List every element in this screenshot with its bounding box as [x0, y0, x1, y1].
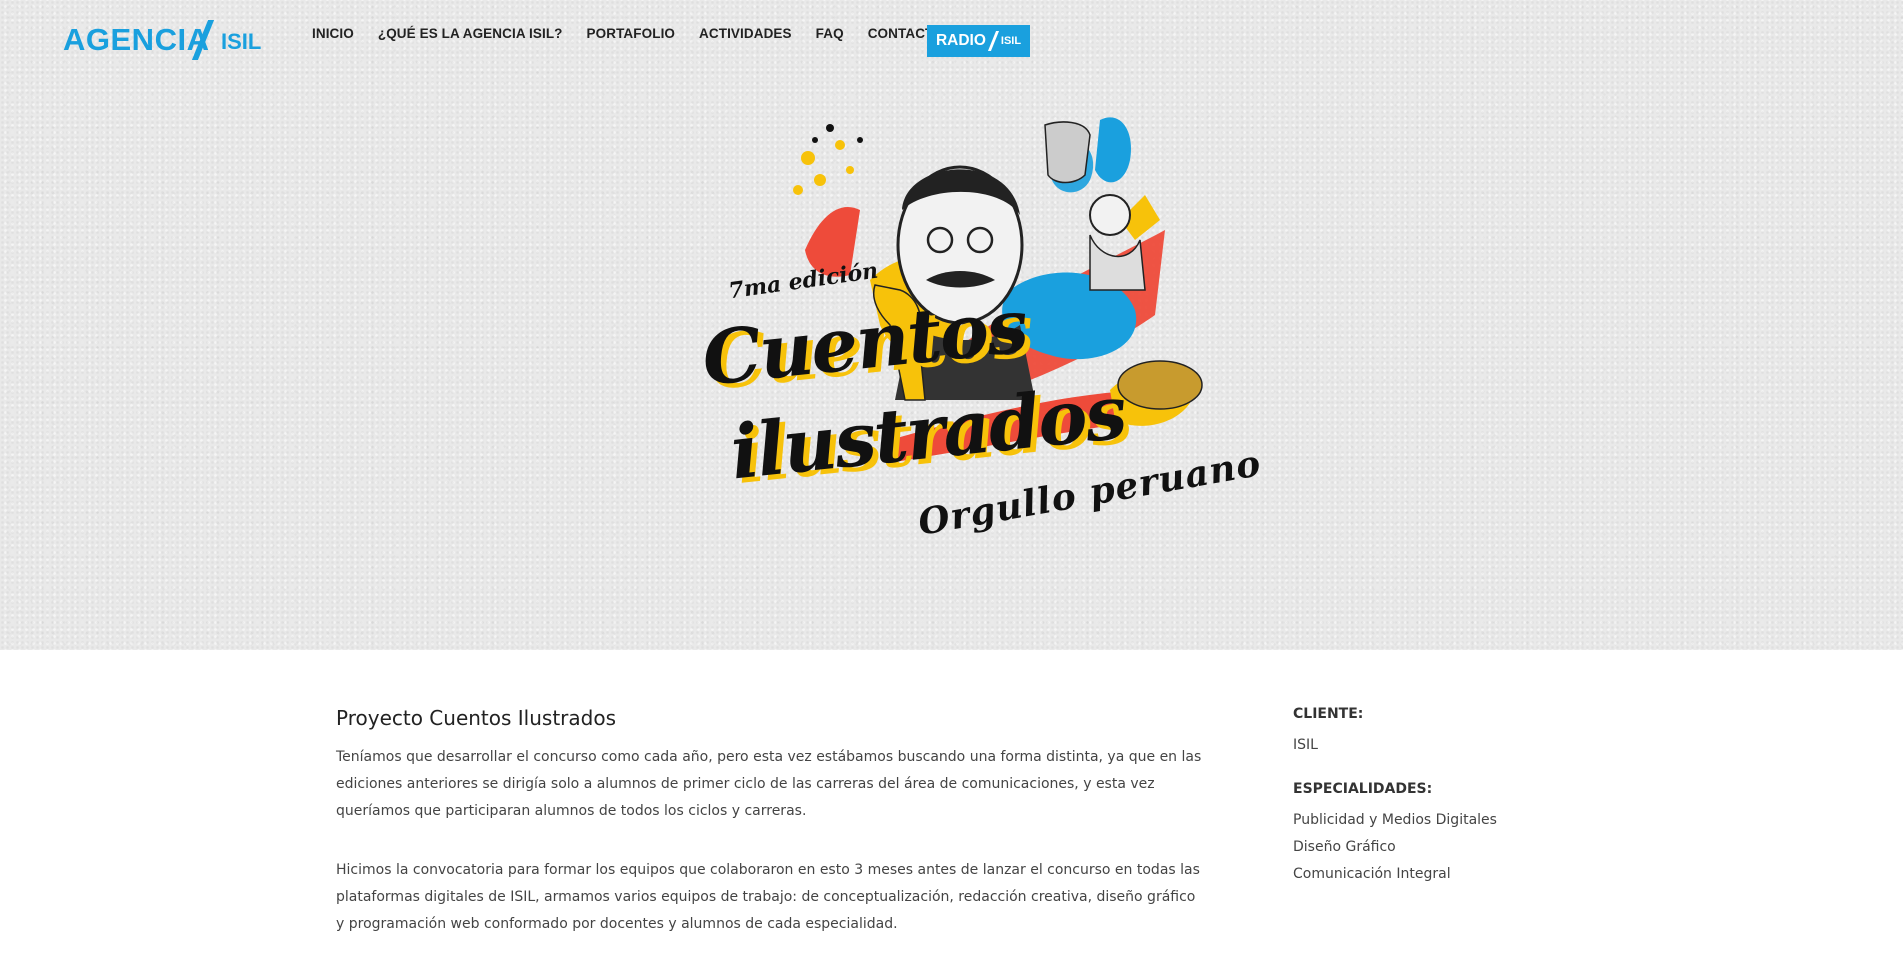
specialties-label: ESPECIALIDADES: [1293, 781, 1433, 797]
hero-banner: AGENCIA ISIL INICIO ¿QUÉ ES LA AGENCIA I… [0, 0, 1903, 650]
specialty-item: Publicidad y Medios Digitales [1293, 812, 1497, 828]
client-value: ISIL [1293, 737, 1318, 753]
edicion-label: 7ma edición [726, 257, 880, 305]
nav-inicio[interactable]: INICIO [312, 26, 354, 41]
project-paragraph-2: Hicimos la convocatoria para formar los … [336, 862, 1200, 932]
project-title: Proyecto Cuentos Ilustrados [336, 706, 616, 730]
nav-que-es-la-agencia[interactable]: ¿QUÉ ES LA AGENCIA ISIL? [378, 26, 563, 41]
project-content: Proyecto Cuentos Ilustrados Teníamos que… [0, 650, 1903, 966]
project-paragraph-1: Teníamos que desarrollar el concurso com… [336, 749, 1202, 819]
nav-faq[interactable]: FAQ [816, 26, 844, 41]
cuentos-ilustrados-artwork: 7ma edición Cuentos ilustrados Orgullo p… [690, 100, 1350, 560]
radio-isil-button[interactable]: RADIO ISIL [927, 25, 1030, 57]
logo-text: AGENCIA [63, 22, 210, 57]
artwork-title: 7ma edición Cuentos ilustrados Orgullo p… [690, 100, 1350, 560]
specialty-item: Comunicación Integral [1293, 866, 1451, 882]
project-sidebar: CLIENTE: ISIL ESPECIALIDADES: Publicidad… [1293, 706, 1573, 888]
radio-slash [987, 31, 999, 51]
radio-sub-label: ISIL [1000, 35, 1022, 47]
radio-label: RADIO [935, 32, 986, 49]
agencia-isil-logo[interactable]: AGENCIA ISIL [63, 18, 273, 62]
nav-actividades[interactable]: ACTIVIDADES [699, 26, 792, 41]
logo-sub: ISIL [221, 29, 262, 54]
nav-portafolio[interactable]: PORTAFOLIO [587, 26, 676, 41]
client-label: CLIENTE: [1293, 706, 1364, 722]
main-nav: INICIO ¿QUÉ ES LA AGENCIA ISIL? PORTAFOL… [312, 26, 968, 41]
specialty-item: Diseño Gráfico [1293, 839, 1396, 855]
site-header: AGENCIA ISIL INICIO ¿QUÉ ES LA AGENCIA I… [0, 0, 1903, 80]
